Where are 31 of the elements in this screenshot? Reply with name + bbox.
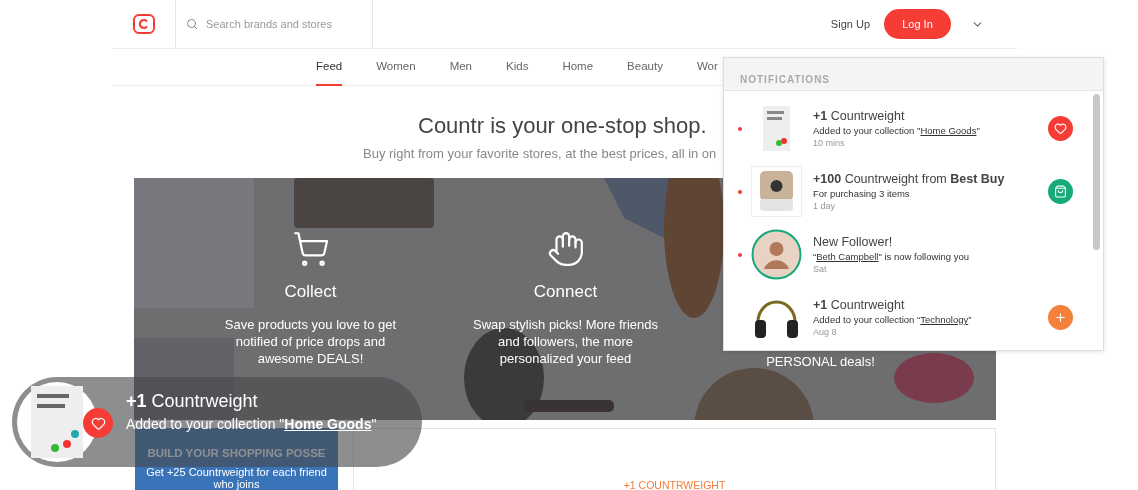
nav-tab[interactable]: Men bbox=[449, 49, 472, 86]
points-label: +1 COUNTRWEIGHT bbox=[623, 479, 726, 490]
panel-title: NOTIFICATIONS bbox=[740, 74, 831, 85]
action-button[interactable] bbox=[1048, 305, 1073, 330]
heart-icon bbox=[1054, 122, 1067, 135]
shopping-bag-icon bbox=[1054, 185, 1067, 198]
search-icon bbox=[186, 18, 198, 30]
heart-icon bbox=[90, 415, 106, 431]
scrollbar[interactable] bbox=[1093, 94, 1100, 250]
nav-tab[interactable]: Kids bbox=[506, 49, 529, 86]
notification-item[interactable]: +1 Countrweight Added to your collection "Home Goods" 10 mins bbox=[724, 97, 1103, 160]
notification-text: Added to your collection "Home Goods" bbox=[813, 125, 981, 136]
action-button[interactable] bbox=[1048, 179, 1073, 204]
plus-icon bbox=[1054, 311, 1067, 324]
nav-tab[interactable]: Wor bbox=[696, 49, 718, 86]
hero-subtitle: Buy right from your favorite stores, at the best prices, all in on bbox=[363, 146, 717, 161]
invite-title: BUILD YOUR SHOPPING POSSE bbox=[146, 447, 327, 459]
notification-time: 10 mins bbox=[813, 138, 846, 148]
hero-title: Countr is your one-stop shop. bbox=[418, 113, 707, 139]
nav-tab[interactable]: Home bbox=[562, 49, 594, 86]
log-in-button[interactable]: Log In bbox=[884, 9, 951, 39]
toast-text: Added to your collection "Home Goods" bbox=[126, 415, 377, 432]
nav-tab[interactable]: Feed bbox=[316, 49, 343, 86]
logo-icon[interactable] bbox=[131, 12, 156, 36]
notification-title: +1 Countrweight bbox=[813, 109, 906, 123]
nav-tab[interactable]: Women bbox=[376, 49, 416, 86]
sign-up-link[interactable]: Sign Up bbox=[830, 18, 870, 30]
collection-link[interactable]: Home Goods bbox=[920, 125, 977, 136]
nav-tab[interactable]: Beauty bbox=[627, 49, 663, 86]
invite-text: Get +25 Countrweight for each friend who joins bbox=[145, 466, 328, 490]
action-button[interactable] bbox=[1048, 116, 1073, 141]
